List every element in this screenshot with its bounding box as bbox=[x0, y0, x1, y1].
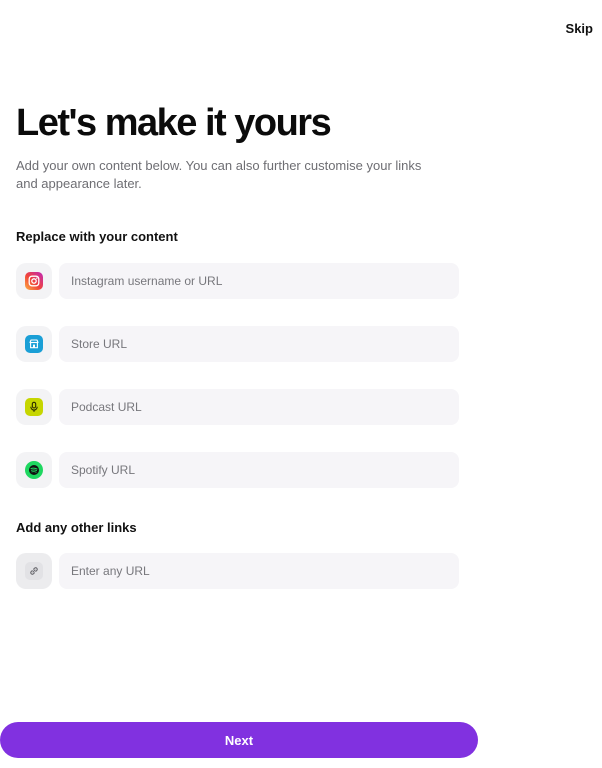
spotify-icon bbox=[25, 461, 43, 479]
podcast-icon-box bbox=[16, 389, 52, 425]
other-links-section-label: Add any other links bbox=[16, 520, 137, 535]
store-icon-box bbox=[16, 326, 52, 362]
link-icon bbox=[25, 562, 43, 580]
instagram-icon-box bbox=[16, 263, 52, 299]
store-row bbox=[16, 326, 459, 362]
spotify-url-input[interactable] bbox=[59, 452, 459, 488]
instagram-row bbox=[16, 263, 459, 299]
spotify-row bbox=[16, 452, 459, 488]
instagram-input[interactable] bbox=[59, 263, 459, 299]
link-icon-box bbox=[16, 553, 52, 589]
other-link-row bbox=[16, 553, 459, 589]
podcast-row bbox=[16, 389, 459, 425]
any-url-input[interactable] bbox=[59, 553, 459, 589]
skip-button[interactable]: Skip bbox=[566, 21, 593, 36]
page-title: Let's make it yours bbox=[16, 102, 332, 144]
onboarding-page: Skip Let's make it yours Add your own co… bbox=[0, 0, 602, 768]
instagram-icon bbox=[25, 272, 43, 290]
spotify-icon-box bbox=[16, 452, 52, 488]
store-icon bbox=[25, 335, 43, 353]
podcast-icon bbox=[25, 398, 43, 416]
next-button[interactable]: Next bbox=[0, 722, 478, 758]
store-url-input[interactable] bbox=[59, 326, 459, 362]
page-subtitle: Add your own content below. You can also… bbox=[16, 158, 422, 191]
replace-section-label: Replace with your content bbox=[16, 229, 178, 244]
podcast-url-input[interactable] bbox=[59, 389, 459, 425]
